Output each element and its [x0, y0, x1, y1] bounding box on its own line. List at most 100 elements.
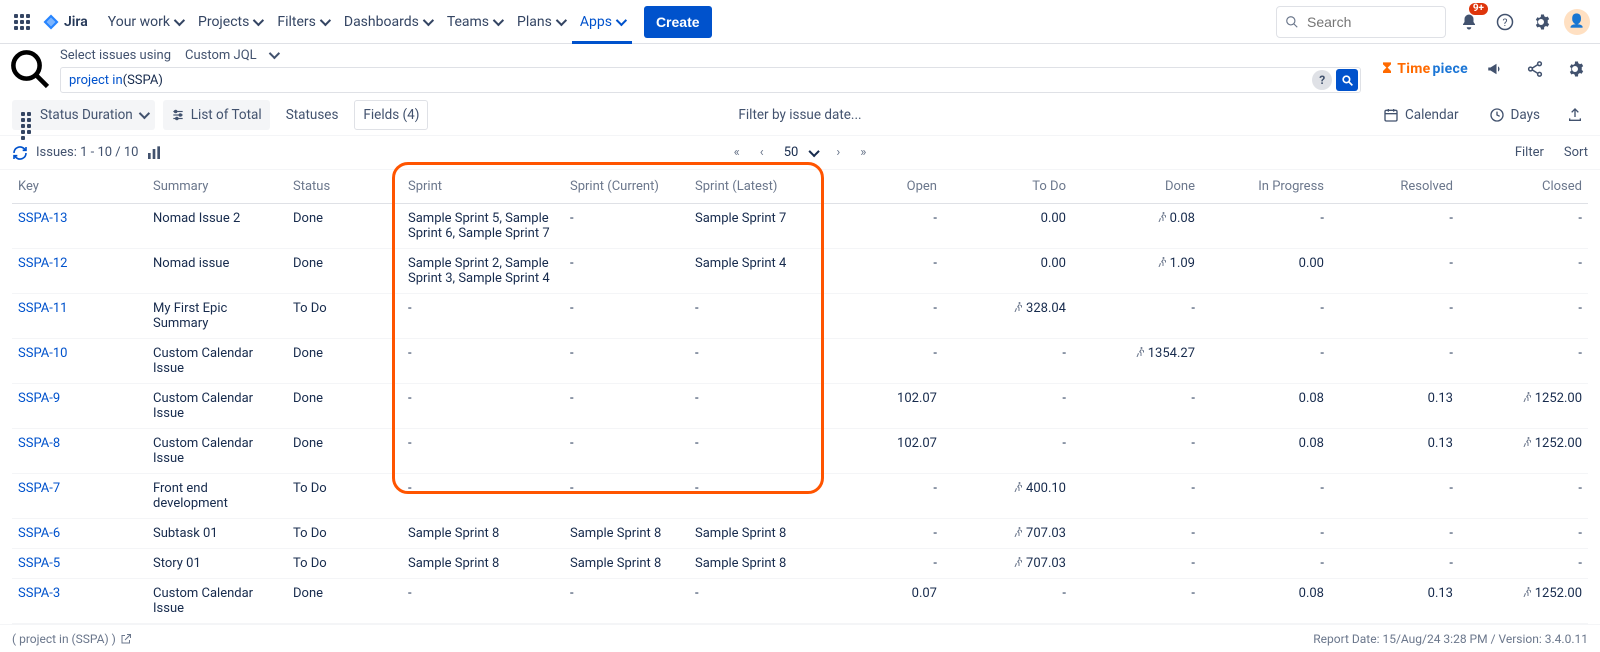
jql-search-button[interactable]	[1336, 69, 1358, 91]
jql-bar: Select issues using Custom JQL project i…	[0, 44, 1600, 94]
cell-sprint-latest: Sample Sprint 8	[689, 519, 814, 549]
global-search-input[interactable]	[1305, 13, 1437, 31]
external-link-icon[interactable]	[120, 633, 132, 645]
cell-summary: Story 01	[147, 549, 287, 579]
issue-key-link[interactable]: SSPA-7	[18, 481, 60, 496]
calendar-button[interactable]: Calendar	[1375, 100, 1467, 130]
page-first-icon[interactable]: «	[734, 145, 740, 160]
issue-key-link[interactable]: SSPA-12	[18, 256, 67, 271]
cell-sprint-current: -	[564, 204, 689, 249]
col-open[interactable]: Open	[814, 170, 943, 204]
nav-item-your-work[interactable]: Your work	[100, 0, 190, 44]
col-inprogress[interactable]: In Progress	[1201, 170, 1330, 204]
days-button[interactable]: Days	[1481, 100, 1548, 130]
jql-input[interactable]: project in (SSPA) ?	[60, 67, 1361, 93]
chart-toggle-icon[interactable]	[146, 145, 162, 161]
table-row: SSPA-11My First Epic SummaryTo Do----328…	[12, 294, 1588, 339]
jql-mode-select[interactable]: Custom JQL	[179, 46, 283, 65]
global-search[interactable]	[1276, 6, 1446, 38]
cell-value: -	[1072, 429, 1201, 474]
page-last-icon[interactable]: »	[860, 145, 866, 160]
fields-button[interactable]: Fields (4)	[354, 100, 428, 130]
issue-key-link[interactable]: SSPA-5	[18, 556, 60, 571]
cell-value: -	[814, 519, 943, 549]
share-icon[interactable]	[1522, 56, 1548, 82]
help-button[interactable]: ?	[1492, 9, 1518, 35]
cell-sprint-latest: Sample Sprint 7	[689, 204, 814, 249]
col-key[interactable]: Key	[12, 170, 147, 204]
col-sprint-latest[interactable]: Sprint (Latest)	[689, 170, 814, 204]
cell-value: -	[1330, 519, 1459, 549]
cell-sprint-current: -	[564, 249, 689, 294]
cell-sprint: Sample Sprint 8	[402, 519, 564, 549]
footer-jql: ( project in (SSPA) )	[12, 632, 116, 646]
list-of-total-button[interactable]: List of Total	[163, 100, 270, 130]
cell-sprint-latest: Sample Sprint 4	[689, 249, 814, 294]
issue-key-link[interactable]: SSPA-8	[18, 436, 60, 451]
notifications-button[interactable]: 9+	[1456, 9, 1482, 35]
jira-label: Jira	[64, 14, 88, 30]
cell-key: SSPA-12	[12, 249, 147, 294]
jql-help-icon[interactable]: ?	[1312, 70, 1332, 90]
nav-item-dashboards[interactable]: Dashboards	[336, 0, 439, 44]
issue-key-link[interactable]: SSPA-10	[18, 346, 67, 361]
cell-status: To Do	[287, 294, 402, 339]
col-resolved[interactable]: Resolved	[1330, 170, 1459, 204]
issue-key-link[interactable]: SSPA-3	[18, 586, 60, 601]
cell-value: -	[1330, 549, 1459, 579]
col-done[interactable]: Done	[1072, 170, 1201, 204]
create-button[interactable]: Create	[644, 6, 712, 38]
jira-logo[interactable]: Jira	[42, 13, 88, 31]
page-next-icon[interactable]: ›	[836, 145, 840, 160]
export-icon[interactable]	[1562, 102, 1588, 128]
col-sprint-current[interactable]: Sprint (Current)	[564, 170, 689, 204]
cell-status: Done	[287, 429, 402, 474]
cell-value: -	[1459, 519, 1588, 549]
status-duration-select[interactable]: Status Duration	[12, 100, 155, 130]
settings-button[interactable]	[1528, 9, 1554, 35]
statuses-button[interactable]: Statuses	[278, 100, 347, 130]
nav-item-label: Dashboards	[344, 14, 419, 30]
chevron-down-icon	[174, 14, 185, 25]
sort-link[interactable]: Sort	[1564, 145, 1588, 160]
col-summary[interactable]: Summary	[147, 170, 287, 204]
refresh-button[interactable]	[12, 145, 28, 161]
jql-select-label: Select issues using	[60, 48, 171, 63]
cell-value: -	[1330, 249, 1459, 294]
nav-item-projects[interactable]: Projects	[190, 0, 269, 44]
chevron-down-icon	[268, 48, 279, 59]
page-size-select[interactable]: 50	[784, 145, 817, 160]
nav-item-plans[interactable]: Plans	[509, 0, 572, 44]
page-prev-icon[interactable]: ‹	[760, 145, 764, 160]
nav-item-teams[interactable]: Teams	[439, 0, 509, 44]
issue-key-link[interactable]: SSPA-13	[18, 211, 67, 226]
user-avatar[interactable]: 👤	[1564, 9, 1590, 35]
col-todo[interactable]: To Do	[943, 170, 1072, 204]
issue-key-link[interactable]: SSPA-9	[18, 391, 60, 406]
col-closed[interactable]: Closed	[1459, 170, 1588, 204]
app-switcher-icon[interactable]	[6, 6, 38, 38]
cell-sprint-current: -	[564, 474, 689, 519]
issue-key-link[interactable]: SSPA-11	[18, 301, 67, 316]
cell-value: -	[1072, 384, 1201, 429]
cell-sprint: -	[402, 474, 564, 519]
cell-value: -	[814, 204, 943, 249]
nav-item-filters[interactable]: Filters	[269, 0, 336, 44]
cell-summary: Subtask 01	[147, 519, 287, 549]
chevron-down-icon	[493, 14, 504, 25]
col-status[interactable]: Status	[287, 170, 402, 204]
cell-value: -	[814, 294, 943, 339]
date-filter-hint[interactable]: Filter by issue date...	[738, 107, 861, 123]
announce-icon[interactable]	[1482, 56, 1508, 82]
cell-status: Done	[287, 579, 402, 624]
svg-text:?: ?	[1503, 15, 1508, 28]
cell-value: -	[814, 249, 943, 294]
nav-item-apps[interactable]: Apps	[572, 0, 632, 44]
cell-value: 328.04	[943, 294, 1072, 339]
filter-link[interactable]: Filter	[1515, 145, 1544, 160]
settings-small-icon[interactable]	[1562, 56, 1588, 82]
cell-value: -	[1072, 294, 1201, 339]
cell-key: SSPA-5	[12, 549, 147, 579]
issue-key-link[interactable]: SSPA-6	[18, 526, 60, 541]
col-sprint[interactable]: Sprint	[402, 170, 564, 204]
